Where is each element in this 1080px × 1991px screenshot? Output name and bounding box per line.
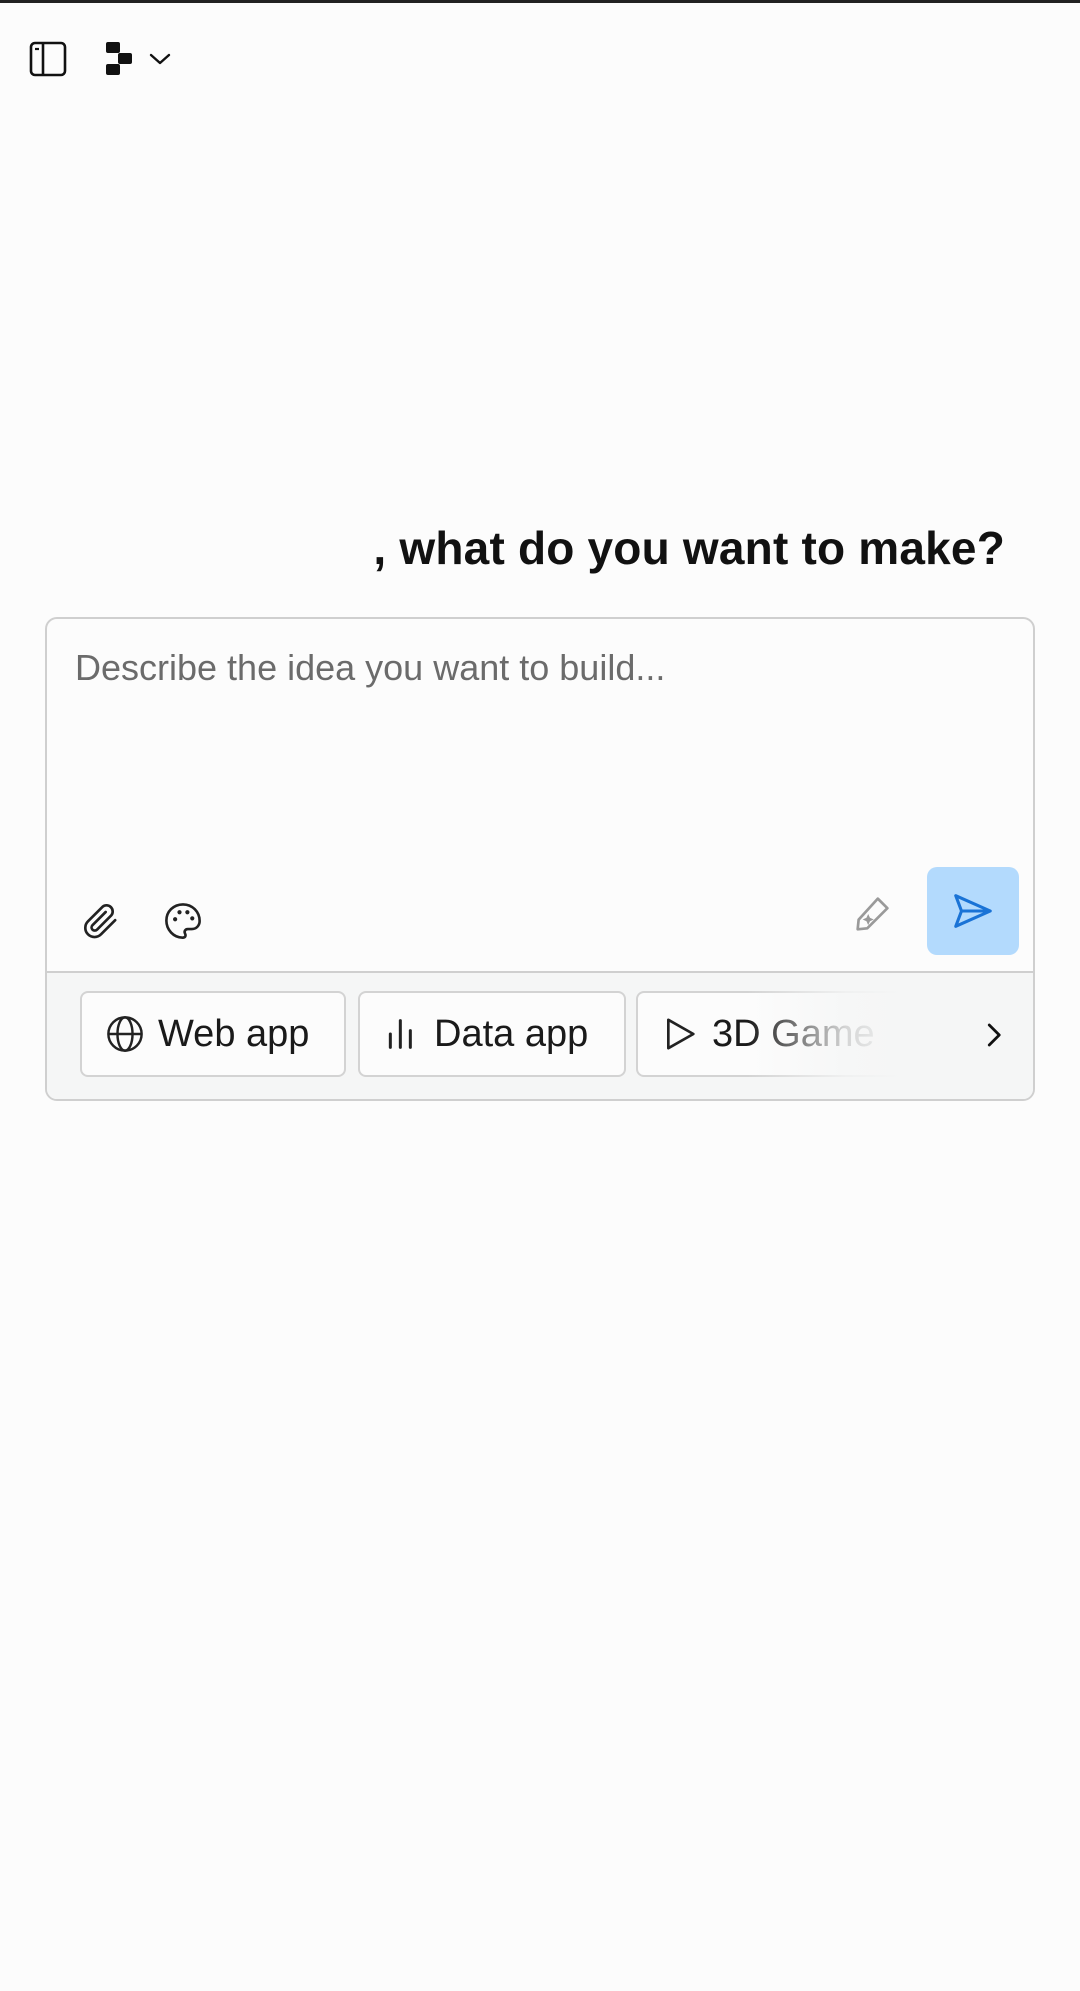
more-chips-button[interactable] xyxy=(967,1009,1019,1061)
paperclip-icon xyxy=(83,904,117,939)
send-icon xyxy=(954,894,992,928)
chevron-down-icon xyxy=(149,53,171,65)
chevron-right-icon xyxy=(987,1023,1001,1047)
palette-icon xyxy=(165,903,201,939)
bar-chart-icon xyxy=(388,1019,412,1049)
web-app-chip[interactable]: Web app xyxy=(80,991,346,1077)
globe-icon xyxy=(107,1016,143,1052)
3d-game-chip[interactable]: 3D Game xyxy=(636,991,911,1077)
theme-button[interactable] xyxy=(157,895,209,947)
project-tree-icon xyxy=(106,42,132,75)
send-button[interactable] xyxy=(927,867,1019,955)
play-icon xyxy=(667,1018,695,1050)
top-bar xyxy=(22,33,172,85)
3d-game-label: 3D Game xyxy=(712,1012,875,1055)
web-app-label: Web app xyxy=(158,1012,310,1055)
sidebar-toggle-icon xyxy=(29,41,67,77)
quick-start-bar: Web app Data app 3D Game xyxy=(47,971,1033,1099)
project-switcher[interactable] xyxy=(104,33,172,85)
enhance-prompt-button[interactable] xyxy=(845,885,901,941)
enhance-prompt-icon xyxy=(856,897,889,931)
sidebar-toggle-button[interactable] xyxy=(22,33,74,85)
prompt-composer: Web app Data app 3D Game xyxy=(45,617,1035,1101)
prompt-input[interactable] xyxy=(75,647,995,777)
data-app-chip[interactable]: Data app xyxy=(358,991,626,1077)
greeting-heading: , what do you want to make? xyxy=(373,522,1005,574)
attach-button[interactable] xyxy=(75,895,127,947)
data-app-label: Data app xyxy=(434,1012,589,1055)
